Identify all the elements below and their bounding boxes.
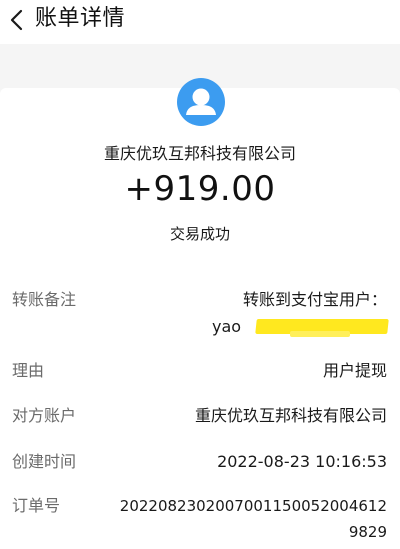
order-number-line1: 2022082302007001150052004612 [119,497,387,515]
reason-value: 用户提现 [322,361,387,380]
user-avatar-icon [177,78,225,126]
note-label: 转账备注 [12,290,77,309]
back-arrow-icon [10,9,23,31]
merchant-name: 重庆优玖互邦科技有限公司 [103,144,296,163]
created-time-label: 创建时间 [12,452,77,471]
order-number-line2: 9829 [348,523,387,541]
top-bar: 账单详情 [0,0,400,44]
note-value: 转账到支付宝用户： [242,290,387,309]
redaction-mark-tail [290,331,350,337]
note-user-prefix: yao [212,317,242,336]
page-title: 账单详情 [35,6,126,31]
order-number-label: 订单号 [12,496,61,515]
counterparty-label: 对方账户 [12,406,77,425]
transaction-amount: +919.00 [124,169,276,209]
transaction-status: 交易成功 [169,225,230,243]
created-time-value: 2022-08-23 10:16:53 [217,452,387,471]
bill-detail-page: 账单详情 重庆优玖互邦科技有限公司 +919.00 交易成功 转账备注 转账到支… [0,0,400,549]
reason-label: 理由 [12,361,45,380]
counterparty-value: 重庆优玖互邦科技有限公司 [194,406,387,425]
back-button[interactable] [0,0,34,40]
